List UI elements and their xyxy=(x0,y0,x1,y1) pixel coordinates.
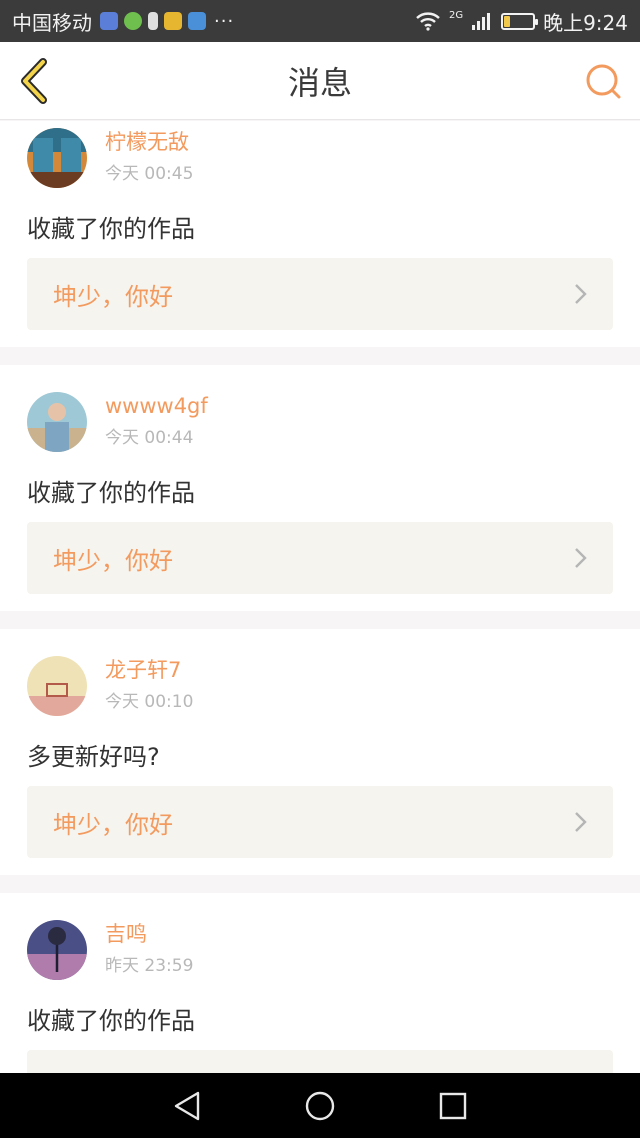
message-card: 吉鸣 昨天 23:59 收藏了你的作品 xyxy=(0,893,640,1073)
system-nav-bar xyxy=(0,1073,640,1138)
message-text: 收藏了你的作品 xyxy=(27,1007,195,1035)
reply-link[interactable] xyxy=(27,1050,613,1073)
message-header: 柠檬无敌 今天 00:45 xyxy=(27,128,193,188)
recent-square-icon xyxy=(440,1092,467,1119)
reply-link[interactable]: 坤少，你好 xyxy=(27,522,613,594)
status-bar: 中国移动 ··· 2G 晚上9:24 xyxy=(0,0,640,42)
timestamp: 今天 00:10 xyxy=(105,692,194,712)
avatar[interactable] xyxy=(27,128,87,188)
timestamp: 昨天 23:59 xyxy=(105,956,194,976)
battery-icon xyxy=(501,12,539,30)
reply-text: 坤少，你好 xyxy=(53,810,173,839)
reply-text: 坤少，你好 xyxy=(53,546,173,575)
signal-icon xyxy=(472,13,491,30)
message-text: 收藏了你的作品 xyxy=(27,479,195,507)
game-icon xyxy=(164,12,182,30)
avatar[interactable] xyxy=(27,392,87,452)
search-button[interactable] xyxy=(582,60,626,104)
clock: 晚上9:24 xyxy=(543,10,628,35)
back-triangle-icon xyxy=(174,1091,199,1120)
back-button[interactable] xyxy=(14,56,54,106)
battery-saver-icon xyxy=(148,12,158,30)
baidu-icon xyxy=(100,12,118,30)
reply-link[interactable]: 坤少，你好 xyxy=(27,258,613,330)
message-text: 收藏了你的作品 xyxy=(27,215,195,243)
message-card: wwww4gf 今天 00:44 收藏了你的作品 坤少，你好 xyxy=(0,365,640,611)
username-link[interactable]: 龙子轩7 xyxy=(105,656,193,684)
chevron-right-icon xyxy=(575,284,587,304)
message-header: wwww4gf 今天 00:44 xyxy=(27,392,208,452)
reply-text: 坤少，你好 xyxy=(53,282,173,311)
nav-recent-button[interactable] xyxy=(433,1086,473,1126)
carrier-label: 中国移动 xyxy=(12,10,92,35)
home-circle-icon xyxy=(305,1091,335,1120)
message-header: 龙子轩7 今天 00:10 xyxy=(27,656,193,716)
wifi-icon xyxy=(416,12,440,31)
chevron-left-icon xyxy=(21,58,47,104)
search-icon xyxy=(586,64,621,99)
username-link[interactable]: 柠檬无敌 xyxy=(105,128,193,156)
reply-link[interactable]: 坤少，你好 xyxy=(27,786,613,858)
nav-back-button[interactable] xyxy=(167,1086,207,1126)
avatar[interactable] xyxy=(27,920,87,980)
message-text: 多更新好吗? xyxy=(27,743,160,771)
app-header: 消息 xyxy=(0,42,640,120)
chevron-right-icon xyxy=(575,548,587,568)
message-header: 吉鸣 昨天 23:59 xyxy=(27,920,193,980)
message-card: 柠檬无敌 今天 00:45 收藏了你的作品 坤少，你好 xyxy=(0,121,640,347)
network-type: 2G xyxy=(448,9,464,21)
nav-home-button[interactable] xyxy=(300,1086,340,1126)
username-link[interactable]: wwww4gf xyxy=(105,392,208,420)
timestamp: 今天 00:44 xyxy=(105,428,194,448)
message-list[interactable]: 柠檬无敌 今天 00:45 收藏了你的作品 坤少，你好 wwww4gf 今天 0… xyxy=(0,121,640,1073)
notification-icons: ··· xyxy=(100,11,234,32)
avatar[interactable] xyxy=(27,656,87,716)
more-notifications-icon: ··· xyxy=(214,10,235,32)
username-link[interactable]: 吉鸣 xyxy=(105,920,193,948)
chevron-right-icon xyxy=(575,812,587,832)
wallet-icon xyxy=(188,12,206,30)
timestamp: 今天 00:45 xyxy=(105,164,194,184)
message-card: 龙子轩7 今天 00:10 多更新好吗? 坤少，你好 xyxy=(0,629,640,875)
page-title: 消息 xyxy=(287,63,352,102)
battery-level xyxy=(504,15,511,27)
app-icon xyxy=(124,12,142,30)
